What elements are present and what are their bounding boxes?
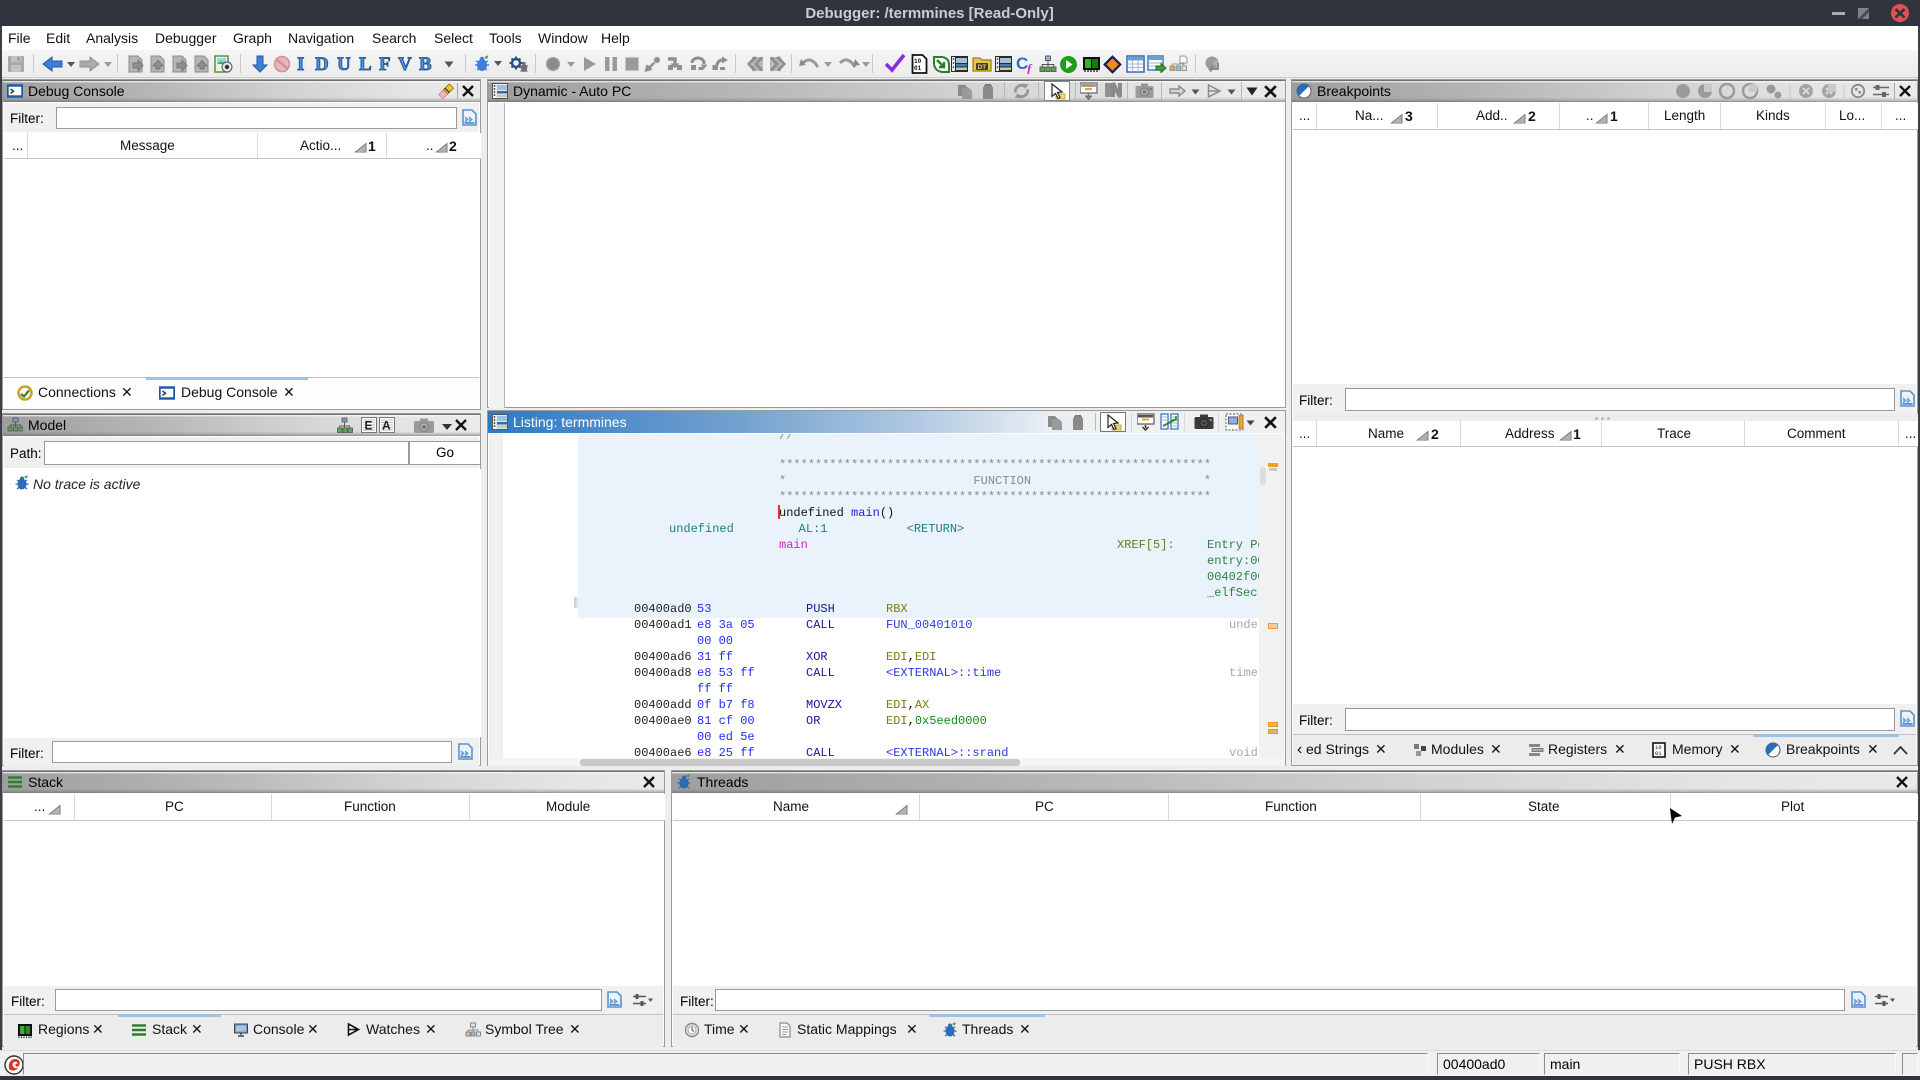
svg-text:E: E bbox=[365, 419, 373, 433]
svg-text:A: A bbox=[382, 419, 391, 433]
svg-text:DT: DT bbox=[978, 64, 987, 71]
svg-text:f: f bbox=[1027, 61, 1033, 74]
svg-text:01: 01 bbox=[1655, 750, 1662, 757]
svg-text:10: 10 bbox=[914, 58, 922, 65]
svg-text:01: 01 bbox=[914, 65, 922, 72]
